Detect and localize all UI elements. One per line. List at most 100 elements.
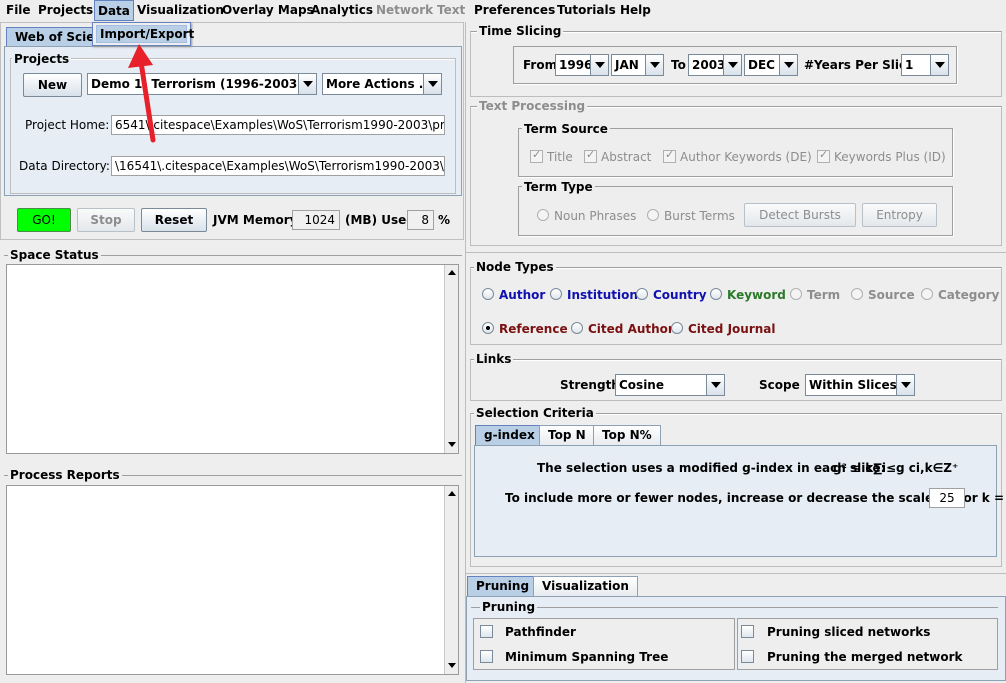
- from-label: From: [523, 58, 558, 72]
- source-label: Source: [868, 288, 915, 302]
- institution-radio[interactable]: [550, 288, 562, 300]
- process-reports-scrollbar[interactable]: [444, 486, 458, 674]
- to-month-select[interactable]: DEC: [744, 54, 798, 76]
- new-button[interactable]: New: [23, 73, 82, 97]
- pruning-merged-checkbox[interactable]: [741, 650, 754, 663]
- scroll-up-icon[interactable]: [445, 487, 458, 501]
- institution-label: Institution: [567, 288, 638, 302]
- chevron-down-icon[interactable]: [779, 55, 797, 75]
- bottom-separator: [466, 573, 1006, 574]
- chevron-down-icon[interactable]: [298, 74, 316, 94]
- category-label: Category: [938, 288, 1000, 302]
- tab-web-of-science[interactable]: Web of Science: [6, 27, 98, 47]
- strength-select[interactable]: Cosine: [615, 374, 725, 396]
- detect-bursts-button[interactable]: Detect Bursts: [744, 203, 856, 227]
- menu-visualization[interactable]: Visualization: [134, 0, 227, 21]
- tab-visualization[interactable]: Visualization: [533, 576, 638, 596]
- pruning-sliced-checkbox[interactable]: [741, 625, 754, 638]
- split-divider[interactable]: [465, 22, 466, 683]
- title-checkbox[interactable]: [530, 148, 543, 163]
- reset-button[interactable]: Reset: [141, 208, 207, 232]
- years-per-slice-select[interactable]: 1: [901, 54, 949, 76]
- process-reports-title: Process Reports: [8, 468, 122, 482]
- tab-pruning[interactable]: Pruning: [467, 576, 539, 596]
- abstract-checkbox-label: Abstract: [601, 150, 652, 164]
- country-label: Country: [653, 288, 707, 302]
- more-actions-select[interactable]: More Actions ...: [322, 73, 442, 95]
- chevron-down-icon[interactable]: [423, 74, 441, 94]
- reference-radio[interactable]: [482, 322, 494, 334]
- pruning-merged-label: Pruning the merged network: [767, 650, 963, 664]
- chevron-down-icon[interactable]: [896, 375, 914, 395]
- entropy-button[interactable]: Entropy: [862, 203, 937, 227]
- chevron-down-icon[interactable]: [645, 55, 663, 75]
- more-actions-value: More Actions ...: [326, 77, 433, 91]
- scroll-down-icon[interactable]: [445, 658, 458, 672]
- strength-label: Strength: [560, 378, 620, 392]
- from-year-select[interactable]: 1996: [555, 54, 609, 76]
- menu-overlay-maps[interactable]: Overlay Maps: [219, 0, 317, 21]
- data-directory-field[interactable]: \16541\.citespace\Examples\WoS\Terrorism…: [111, 156, 445, 176]
- cited-author-radio[interactable]: [571, 322, 583, 334]
- chevron-down-icon[interactable]: [930, 55, 948, 75]
- cited-journal-radio[interactable]: [671, 322, 683, 334]
- term-source-title: Term Source: [522, 122, 610, 136]
- space-status-scrollbar[interactable]: [444, 265, 458, 453]
- menu-tutorials[interactable]: Tutorials: [554, 0, 619, 21]
- links-title: Links: [474, 352, 514, 366]
- to-year-value: 2003: [692, 58, 726, 72]
- term-radio[interactable]: [790, 288, 802, 300]
- title-checkbox-label: Title: [547, 150, 573, 164]
- abstract-checkbox[interactable]: [584, 148, 597, 163]
- burst-terms-radio[interactable]: [647, 209, 659, 221]
- chevron-down-icon[interactable]: [706, 375, 724, 395]
- tab-top-n[interactable]: Top N: [539, 425, 595, 445]
- to-year-select[interactable]: 2003: [688, 54, 742, 76]
- menu-file[interactable]: File: [3, 0, 34, 21]
- go-button[interactable]: GO!: [17, 208, 71, 232]
- space-status-textarea[interactable]: [6, 264, 459, 454]
- source-radio[interactable]: [851, 288, 863, 300]
- stop-button[interactable]: Stop: [77, 208, 135, 232]
- author-radio[interactable]: [482, 288, 494, 300]
- noun-phrases-radio[interactable]: [537, 209, 549, 221]
- scroll-up-icon[interactable]: [445, 266, 458, 280]
- pathfinder-checkbox[interactable]: [480, 625, 493, 638]
- years-per-slice-label: #Years Per Slice: [804, 58, 915, 72]
- menu-preferences[interactable]: Preferences: [471, 0, 558, 21]
- cited-author-label: Cited Author: [588, 322, 674, 336]
- tab-top-n-percent[interactable]: Top N%: [593, 425, 661, 445]
- tab-g-index[interactable]: g-index: [475, 425, 544, 445]
- menu-help[interactable]: Help: [617, 0, 654, 21]
- process-reports-textarea[interactable]: [6, 485, 459, 675]
- menu-projects[interactable]: Projects: [35, 0, 96, 21]
- country-radio[interactable]: [636, 288, 648, 300]
- mst-label: Minimum Spanning Tree: [505, 650, 669, 664]
- strength-value: Cosine: [619, 378, 664, 392]
- keywords-plus-checkbox[interactable]: [817, 148, 830, 163]
- noun-phrases-label: Noun Phrases: [554, 209, 637, 223]
- scale-factor-input[interactable]: 25: [929, 488, 965, 508]
- menu-data[interactable]: Data: [94, 0, 134, 21]
- keyword-label: Keyword: [727, 288, 786, 302]
- scroll-down-icon[interactable]: [445, 437, 458, 451]
- percent-sign: %: [438, 213, 451, 227]
- menu-analytics[interactable]: Analytics: [308, 0, 376, 21]
- cited-journal-label: Cited Journal: [688, 322, 776, 336]
- author-keywords-checkbox[interactable]: [663, 148, 676, 163]
- term-type-title: Term Type: [522, 180, 595, 194]
- pruning-sliced-label: Pruning sliced networks: [767, 625, 931, 639]
- chevron-down-icon[interactable]: [723, 55, 741, 75]
- keywords-plus-label: Keywords Plus (ID): [834, 150, 946, 164]
- chevron-down-icon[interactable]: [590, 55, 608, 75]
- annotation-arrow-icon: [128, 44, 156, 143]
- selection-criteria-title: Selection Criteria: [474, 406, 596, 420]
- category-radio[interactable]: [921, 288, 933, 300]
- mst-checkbox[interactable]: [480, 650, 493, 663]
- from-month-value: JAN: [615, 58, 639, 72]
- to-month-value: DEC: [748, 58, 775, 72]
- scope-select[interactable]: Within Slices: [805, 374, 915, 396]
- from-month-select[interactable]: JAN: [611, 54, 664, 76]
- keyword-radio[interactable]: [710, 288, 722, 300]
- data-directory-label: Data Directory:: [19, 159, 110, 173]
